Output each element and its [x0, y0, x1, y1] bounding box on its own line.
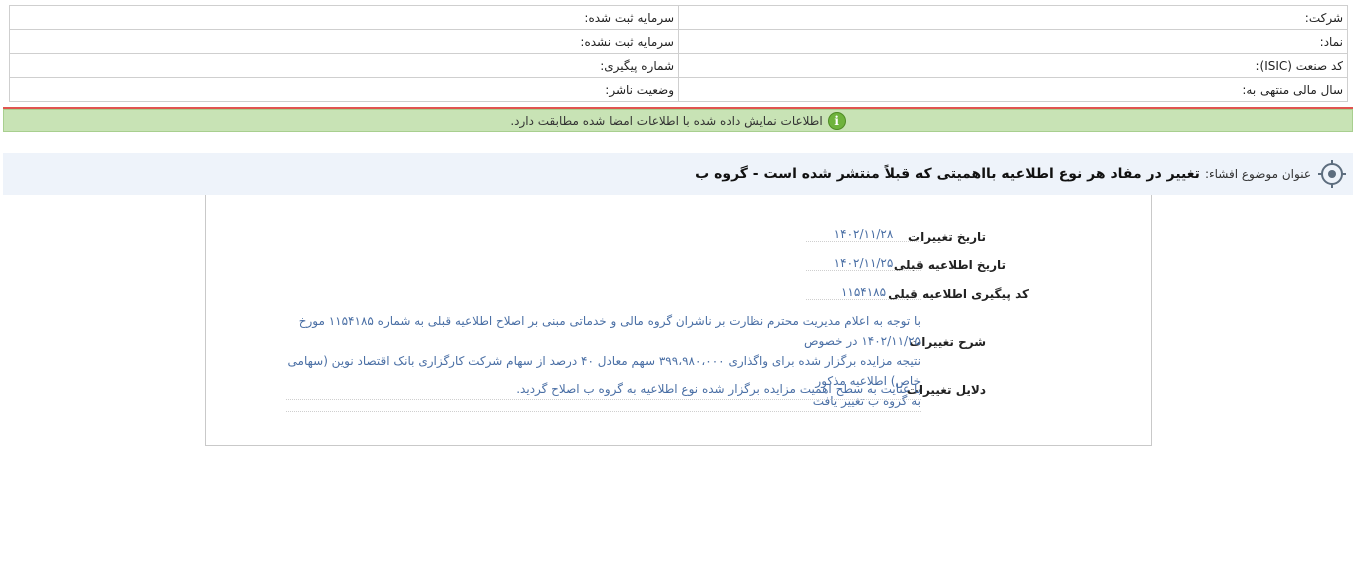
- change-date-value: ۱۴۰۲/۱۱/۲۸: [806, 227, 921, 242]
- description-line: با توجه به اعلام مدیریت محترم نظارت بر ن…: [298, 314, 921, 348]
- table-row: شرکت: سرمایه ثبت شده:: [9, 5, 1348, 30]
- table-row: نماد: سرمایه ثبت نشده:: [9, 29, 1348, 54]
- symbol-cell: نماد:: [678, 29, 1348, 54]
- table-row: سال مالی منتهی به: وضعیت ناشر:: [9, 77, 1348, 102]
- registered-capital-cell: سرمایه ثبت شده:: [9, 5, 679, 30]
- subject-title-bar: عنوان موضوع افشاء: تغییر در مفاد هر نوع …: [3, 153, 1353, 195]
- table-row: کد صنعت (ISIC): شماره پیگیری:: [9, 53, 1348, 78]
- reasons-value: با عنایت به سطح اهمیت مزایده برگزار شده …: [286, 379, 921, 400]
- isic-label: کد صنعت (ISIC):: [1255, 58, 1343, 73]
- fiscal-year-cell: سال مالی منتهی به:: [678, 77, 1348, 102]
- tracking-number-label: شماره پیگیری:: [600, 58, 674, 73]
- header-info-table: شرکت: سرمایه ثبت شده: نماد: سرمایه ثبت ن…: [9, 5, 1348, 102]
- previous-notice-date-value: ۱۴۰۲/۱۱/۲۵: [806, 256, 921, 271]
- signature-match-notice: i اطلاعات نمایش داده شده با اطلاعات امضا…: [3, 109, 1353, 132]
- symbol-label: نماد:: [1319, 34, 1343, 49]
- fiscal-year-label: سال مالی منتهی به:: [1242, 82, 1343, 97]
- publisher-status-label: وضعیت ناشر:: [605, 82, 674, 97]
- notice-text: اطلاعات نمایش داده شده با اطلاعات امضا ش…: [510, 113, 823, 128]
- previous-tracking-code-value: ۱۱۵۴۱۸۵: [806, 285, 921, 300]
- company-cell: شرکت:: [678, 5, 1348, 30]
- isic-cell: کد صنعت (ISIC):: [678, 53, 1348, 78]
- info-icon: i: [827, 111, 846, 130]
- unregistered-capital-cell: سرمایه ثبت نشده:: [9, 29, 679, 54]
- tracking-number-cell: شماره پیگیری:: [9, 53, 679, 78]
- publisher-status-cell: وضعیت ناشر:: [9, 77, 679, 102]
- company-label: شرکت:: [1304, 10, 1343, 25]
- subject-title: تغییر در مفاد هر نوع اطلاعیه بااهمیتی که…: [695, 166, 1200, 182]
- announcement-details: تاریخ تغییرات ۱۴۰۲/۱۱/۲۸ تاریخ اطلاعیه ق…: [205, 195, 1152, 446]
- unregistered-capital-label: سرمایه ثبت نشده:: [580, 34, 674, 49]
- target-icon: [1318, 160, 1346, 188]
- subject-label: عنوان موضوع افشاء:: [1204, 167, 1311, 181]
- registered-capital-label: سرمایه ثبت شده:: [584, 10, 674, 25]
